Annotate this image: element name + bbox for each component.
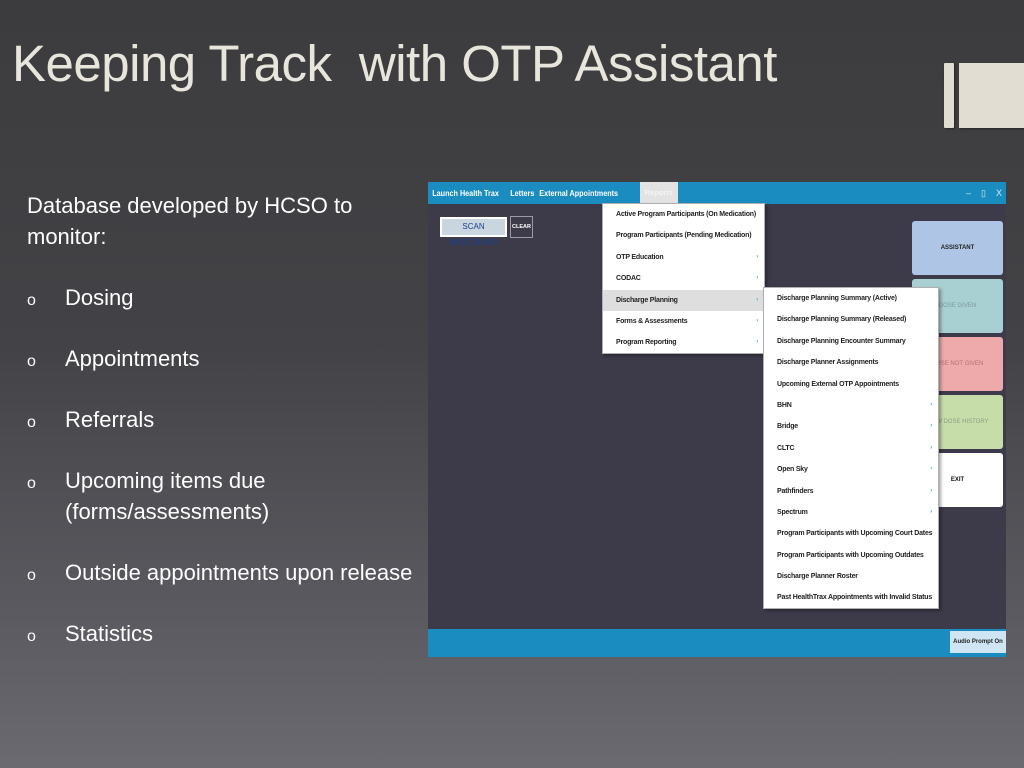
menu-item-label: Program Participants with Upcoming Court… [777, 530, 933, 538]
chevron-right-icon: › [930, 401, 932, 408]
menu-item[interactable]: Open Sky › [764, 459, 938, 480]
menu-item[interactable]: CLTC › [764, 438, 938, 459]
corner-decoration [944, 63, 1024, 128]
bullet-marker-icon: o [27, 475, 36, 492]
menu-reports[interactable]: Reports [639, 182, 678, 204]
menu-bar: Launch Health Trax Letters External Appoin… [428, 182, 1006, 204]
menu-item[interactable]: BHN › [764, 395, 938, 416]
menu-external-appointments[interactable]: External Appointments [535, 182, 622, 204]
menu-item-label: Discharge Planner Assignments [777, 359, 879, 367]
window-controls: – ▯ X [966, 182, 1002, 204]
menu-item-label: OTP Education [616, 253, 664, 261]
menu-item-label: Program Participants (Pending Medication… [616, 232, 752, 240]
menu-item[interactable]: Pathfinders › [764, 481, 938, 502]
menu-item-label: Past HealthTrax Appointments with Invali… [777, 594, 933, 602]
chevron-right-icon: › [756, 275, 758, 282]
chevron-right-icon: › [930, 444, 932, 451]
clear-button[interactable]: CLEAR [510, 216, 533, 238]
close-icon[interactable]: X [996, 188, 1002, 198]
minimize-icon[interactable]: – [966, 188, 971, 198]
bullet-marker-icon: o [27, 353, 36, 370]
bullet-item: o Dosing [27, 282, 417, 313]
menu-item[interactable]: Program Participants (Pending Medication… [603, 225, 764, 246]
status-bar: Audio Prompt On [428, 629, 1006, 657]
menu-item-label: Discharge Planning Summary (Released) [777, 316, 907, 324]
menu-item[interactable]: Bridge › [764, 416, 938, 437]
bullet-item: o Outside appointments upon release [27, 557, 417, 588]
menu-item[interactable]: Spectrum › [764, 502, 938, 523]
chevron-right-icon: › [756, 296, 758, 303]
slide-title: Keeping Track with OTP Assistant [12, 35, 777, 92]
chevron-right-icon: › [756, 339, 758, 346]
menu-item-label: Forms & Assessments [616, 317, 688, 325]
menu-item-label: Pathfinders [777, 487, 814, 495]
menu-item-label: Discharge Planning Encounter Summary [777, 337, 906, 345]
decoration-bar-wide [959, 63, 1024, 128]
bullet-text: Appointments [65, 346, 200, 371]
menu-item[interactable]: Discharge Planning › [603, 289, 764, 311]
menu-item[interactable]: Discharge Planning Encounter Summary [764, 331, 938, 352]
menu-item[interactable]: Active Program Participants (On Medicati… [603, 204, 764, 225]
chevron-right-icon: › [930, 466, 932, 473]
menu-item-label: Program Reporting [616, 339, 677, 347]
chevron-right-icon: › [930, 508, 932, 515]
menu-item[interactable]: Upcoming External OTP Appointments [764, 374, 938, 395]
menu-item[interactable]: Program Participants with Upcoming Court… [764, 523, 938, 544]
bullet-list: o Dosing o Appointments o Referrals o Upcoming … [27, 282, 417, 649]
bullet-text: Statistics [65, 621, 154, 646]
bullet-text: Dosing [65, 285, 134, 310]
reports-menu: Active Program Participants (On Medicati… [602, 203, 765, 354]
menu-item-label: Discharge Planning [616, 296, 678, 304]
menu-item-label: Active Program Participants (On Medicati… [616, 211, 756, 218]
bullet-text: Outside appointments upon release [65, 560, 413, 585]
intro-text: Database developed by HCSO to monitor: [27, 193, 353, 249]
assistant-button[interactable]: ASSISTANT [912, 221, 1003, 275]
menu-item[interactable]: Discharge Planning Summary (Released) [764, 309, 938, 330]
menu-item-label: Discharge Planning Summary (Active) [777, 295, 897, 302]
menu-item-label: Open Sky [777, 466, 808, 474]
menu-item-label: CLTC [777, 444, 795, 452]
audio-prompt-button[interactable]: Audio Prompt On [950, 631, 1006, 653]
menu-item[interactable]: Program Reporting › [603, 332, 764, 353]
bullet-text: Referrals [65, 407, 155, 432]
bullet-marker-icon: o [27, 292, 36, 309]
chevron-right-icon: › [930, 487, 932, 494]
menu-item[interactable]: Discharge Planner Assignments [764, 352, 938, 373]
menu-item-label: Discharge Planner Roster [777, 573, 858, 581]
discharge-planning-submenu: Discharge Planning Summary (Active) Disch… [763, 287, 939, 609]
menu-item[interactable]: Program Participants with Upcoming Outda… [764, 545, 938, 566]
slide-body: Database developed by HCSO to monitor: o… [27, 190, 417, 679]
menu-item[interactable]: Discharge Planning Summary (Active) [764, 288, 938, 309]
bullet-marker-icon: o [27, 414, 36, 431]
chevron-right-icon: › [756, 317, 758, 324]
bullet-item: o Statistics [27, 618, 417, 649]
bullet-item: o Appointments [27, 343, 417, 374]
maximize-icon[interactable]: ▯ [981, 188, 986, 199]
menu-item-label: Upcoming External OTP Appointments [777, 380, 899, 388]
otp-assistant-window: Launch Health Trax Letters External Appoin… [428, 182, 1006, 657]
menu-item-label: BHN [777, 401, 792, 409]
menu-launch-health-trax[interactable]: Launch Health Trax [428, 182, 503, 204]
menu-item[interactable]: CODAC › [603, 268, 764, 289]
menu-item[interactable]: OTP Education › [603, 247, 764, 268]
decoration-bar-thin [944, 63, 954, 128]
bullet-item: o Upcoming items due (forms/assessments) [27, 465, 417, 527]
menu-item-label: CODAC [616, 275, 641, 283]
chevron-right-icon: › [756, 253, 758, 260]
scan-wristband-button[interactable]: SCAN WRISTBAND [440, 217, 507, 247]
menu-item-label: Bridge [777, 423, 798, 431]
bullet-marker-icon: o [27, 567, 36, 584]
bullet-marker-icon: o [27, 628, 36, 645]
menu-item[interactable]: Discharge Planner Roster [764, 566, 938, 587]
menu-item[interactable]: Past HealthTrax Appointments with Invali… [764, 587, 938, 608]
menu-item-label: Program Participants with Upcoming Outda… [777, 551, 924, 559]
menu-item-label: Spectrum [777, 508, 808, 516]
bullet-item: o Referrals [27, 404, 417, 435]
bullet-text: Upcoming items due (forms/assessments) [65, 468, 270, 524]
menu-item[interactable]: Forms & Assessments › [603, 311, 764, 332]
chevron-right-icon: › [930, 423, 932, 430]
